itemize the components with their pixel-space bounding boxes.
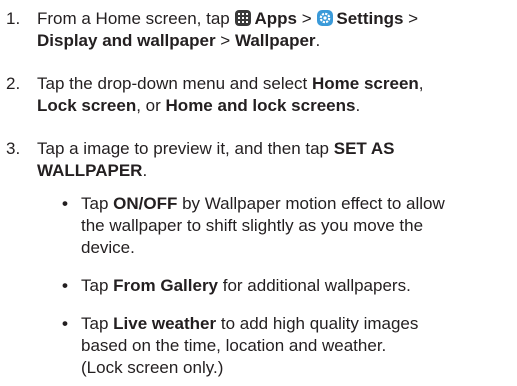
from-gallery-label: From Gallery: [113, 276, 219, 295]
step-text: Tap a image to preview it, and then tap …: [37, 138, 513, 182]
step-number: 2.: [6, 74, 21, 93]
text-fragment: to add high quality images: [216, 314, 419, 333]
wallpaper-label: Wallpaper: [234, 31, 316, 50]
text-fragment: .: [315, 31, 321, 50]
step-1-line-2: Display and wallpaper > Wallpaper.: [37, 30, 513, 52]
bullet-line: Tap Live weather to add high quality ima…: [81, 313, 513, 335]
step-1-line-1: From a Home screen, tap Apps > Settings …: [37, 8, 513, 30]
step-number: 3.: [6, 139, 21, 158]
set-as-label: SET AS: [333, 139, 395, 158]
bullet-line: Tap ON/OFF by Wallpaper motion effect to…: [81, 193, 513, 215]
home-and-lock-screens-label: Home and lock screens: [165, 96, 356, 115]
text-fragment: From a Home screen, tap: [37, 9, 230, 28]
text-fragment: Tap: [81, 276, 114, 295]
text-fragment: ,: [418, 74, 424, 93]
bullet-line: based on the time, location and weather.: [81, 336, 387, 355]
apps-label: Apps: [254, 9, 297, 28]
separator: >: [215, 31, 235, 50]
text-fragment: , or: [136, 96, 166, 115]
bullet-line: (Lock screen only.): [81, 358, 224, 377]
text-fragment: .: [355, 96, 361, 115]
settings-gear-icon: [317, 10, 334, 26]
wallpaper-button-label: WALLPAPER: [37, 161, 143, 180]
text-fragment: Tap a image to preview it, and then tap: [37, 139, 334, 158]
home-screen-label: Home screen: [312, 74, 419, 93]
lock-screen-label: Lock screen: [37, 96, 137, 115]
on-off-label: ON/OFF: [113, 194, 178, 213]
bullet-symbol: •: [62, 314, 68, 333]
step-2-line-2: Lock screen, or Home and lock screens.: [37, 95, 513, 117]
bullet-symbol: •: [62, 194, 68, 213]
step-3-line-1: Tap a image to preview it, and then tap …: [37, 138, 513, 160]
bullet-text: Tap ON/OFF by Wallpaper motion effect to…: [81, 193, 513, 259]
live-weather-label: Live weather: [113, 314, 217, 333]
bullet-line: Tap From Gallery for additional wallpape…: [81, 275, 513, 297]
bullet-line: device.: [81, 238, 135, 257]
separator: >: [296, 9, 317, 28]
text-fragment: for additional wallpapers.: [218, 276, 411, 295]
text-fragment: Tap: [81, 314, 114, 333]
step-number: 1.: [6, 9, 21, 28]
instructions-document: 1. From a Home screen, tap Apps > Settin…: [0, 0, 517, 386]
step-2-line-1: Tap the drop-down menu and select Home s…: [37, 73, 513, 95]
bullet-line: the wallpaper to shift slightly as you m…: [81, 216, 424, 235]
apps-grid-icon: [235, 10, 252, 26]
text-fragment: Tap the drop-down menu and select: [37, 74, 313, 93]
text-fragment: .: [142, 161, 148, 180]
separator: >: [403, 9, 419, 28]
step-3-line-2: WALLPAPER.: [37, 160, 513, 182]
text-fragment: Tap: [81, 194, 114, 213]
bullet-symbol: •: [62, 276, 68, 295]
settings-label: Settings: [336, 9, 404, 28]
step-text: Tap the drop-down menu and select Home s…: [37, 73, 513, 117]
display-and-wallpaper-label: Display and wallpaper: [37, 31, 216, 50]
step-text: From a Home screen, tap Apps > Settings …: [37, 8, 513, 52]
text-fragment: by Wallpaper motion effect to allow: [177, 194, 445, 213]
bullet-text: Tap From Gallery for additional wallpape…: [81, 275, 513, 297]
bullet-text: Tap Live weather to add high quality ima…: [81, 313, 513, 379]
